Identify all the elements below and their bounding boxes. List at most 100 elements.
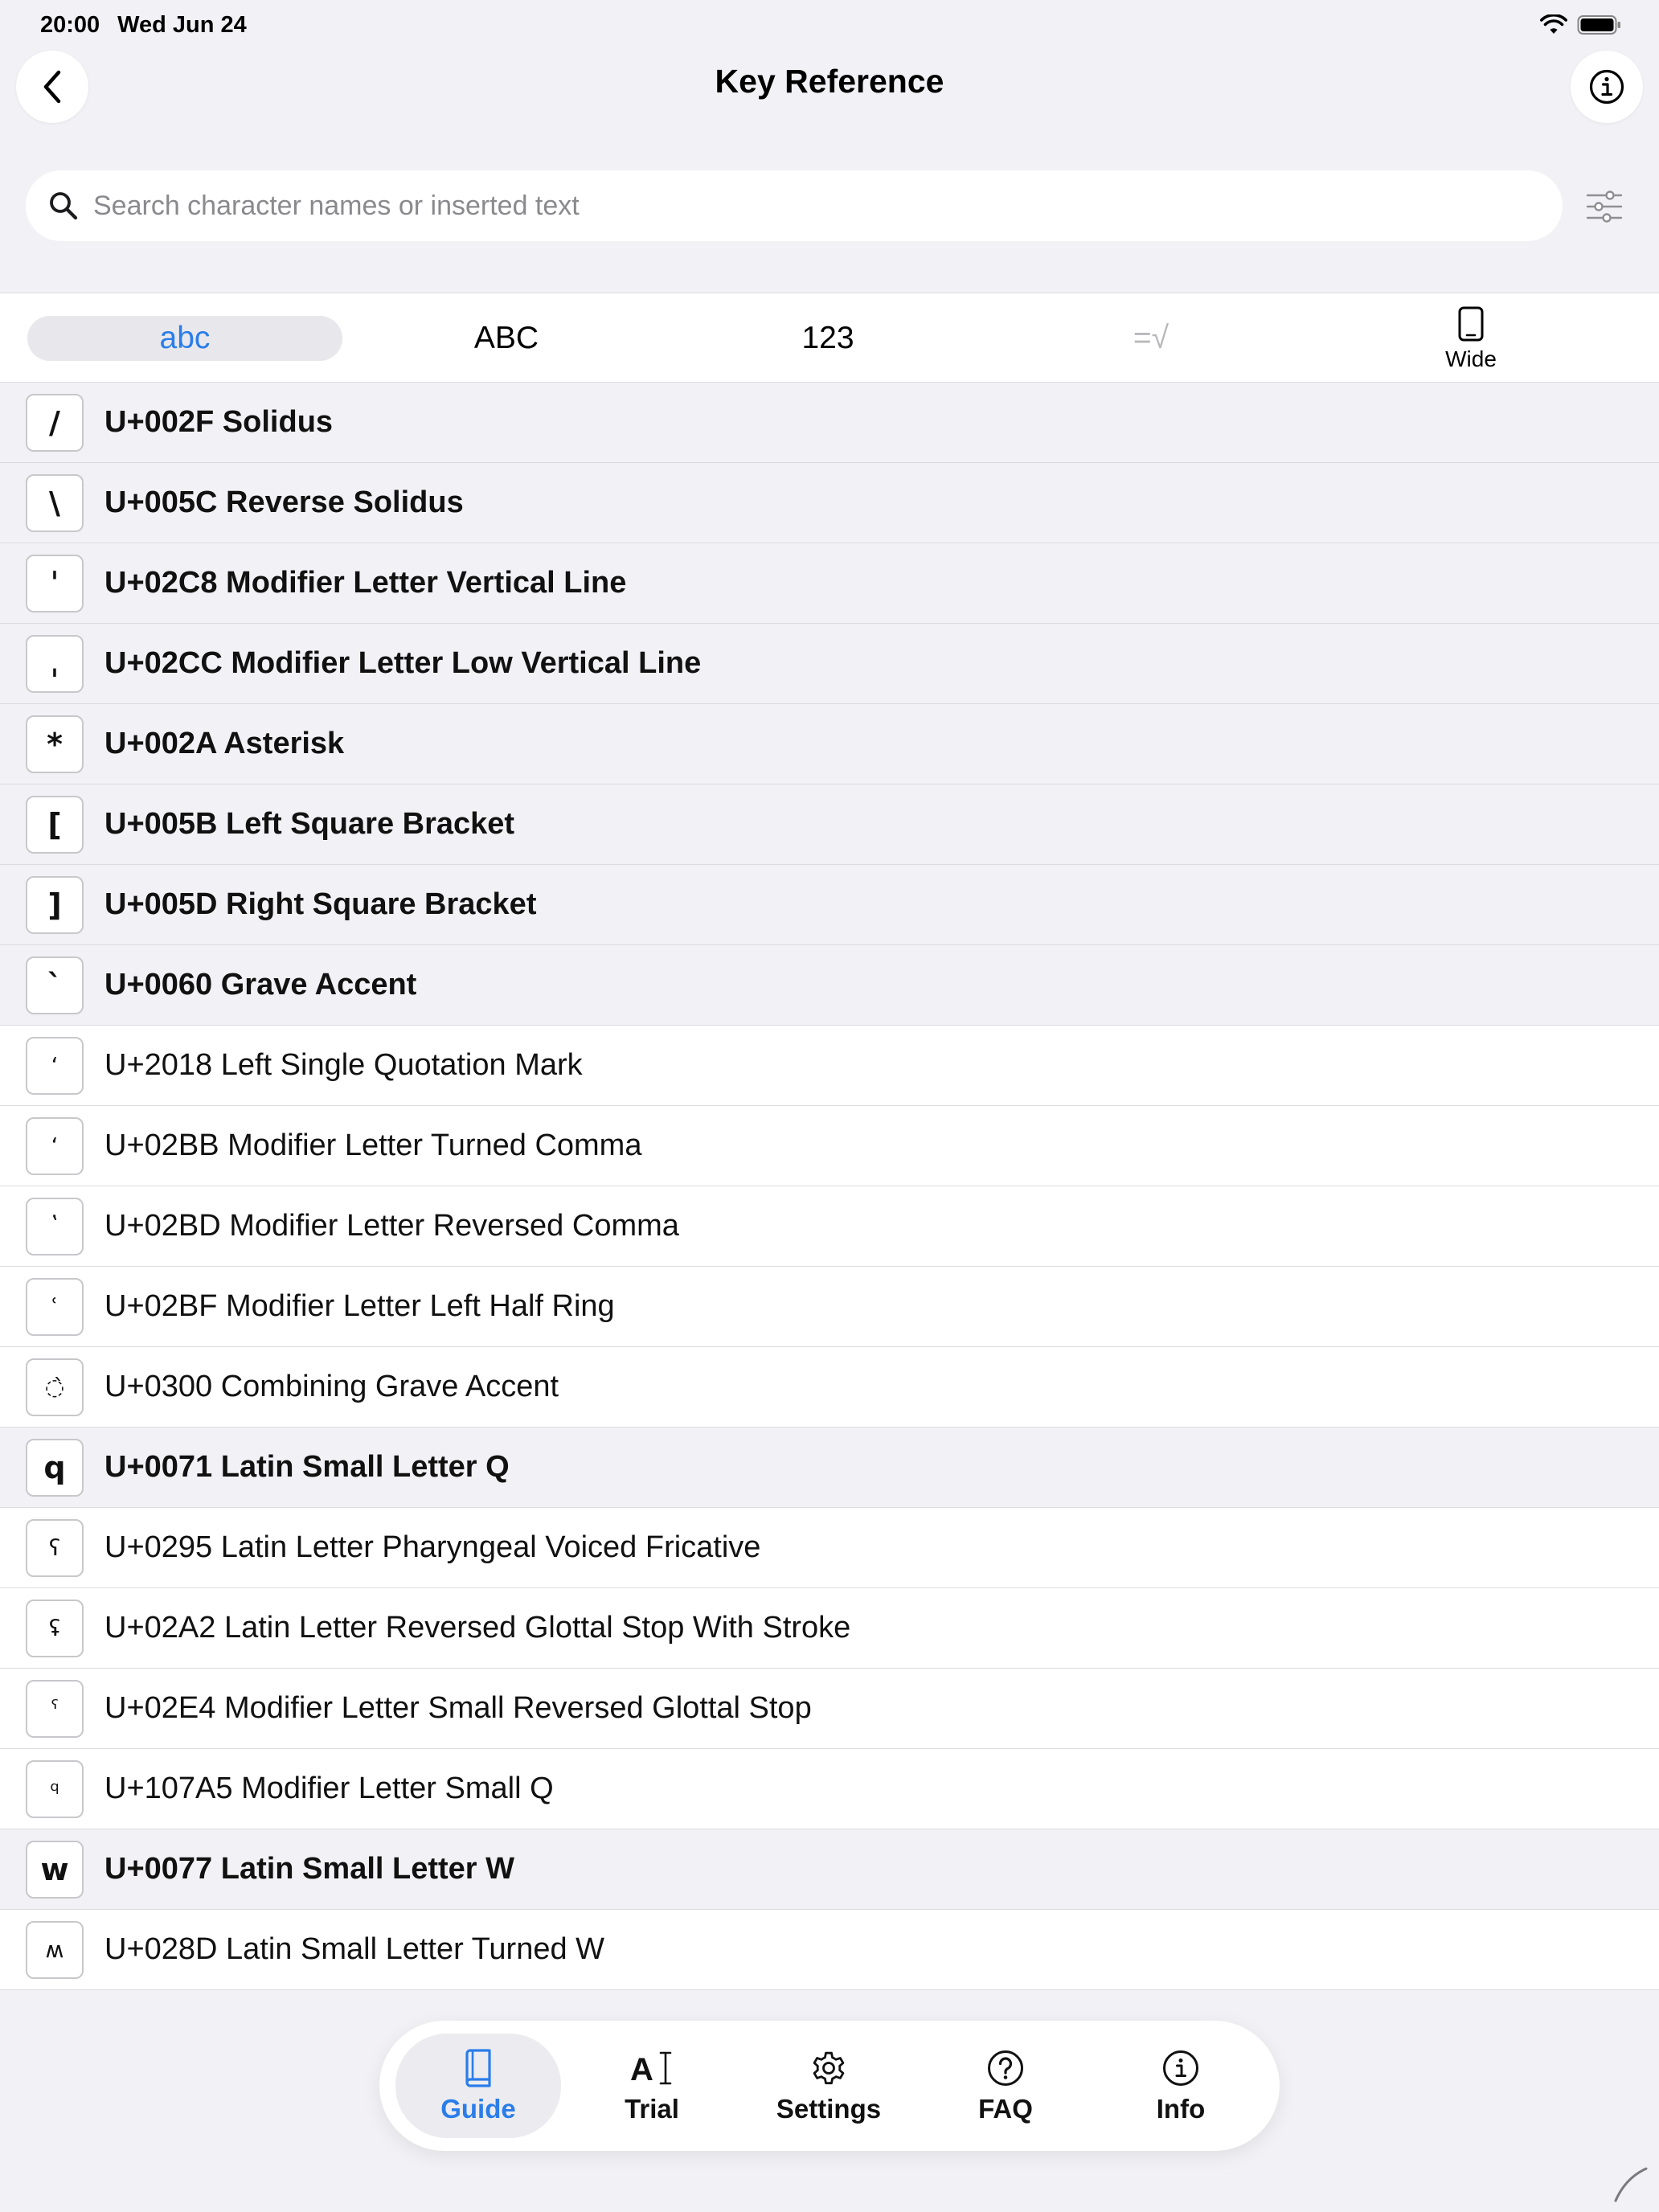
character-name: U+0060 Grave Accent — [104, 968, 417, 1002]
character-row[interactable]: ◌̀ U+0300 Combining Grave Accent — [0, 1347, 1659, 1428]
character-name: U+0295 Latin Letter Pharyngeal Voiced Fr… — [104, 1530, 761, 1564]
character-row[interactable]: \ U+005C Reverse Solidus — [0, 463, 1659, 543]
search-icon — [50, 192, 78, 220]
character-name: U+002A Asterisk — [104, 727, 345, 760]
key-glyph: 𐞥 — [26, 1759, 84, 1818]
key-glyph: ‘ — [26, 1036, 84, 1095]
character-name: U+005B Left Square Bracket — [104, 807, 515, 841]
character-row[interactable]: [ U+005B Left Square Bracket — [0, 784, 1659, 865]
character-name: U+0077 Latin Small Letter W — [104, 1852, 514, 1886]
segment-math[interactable]: =√ — [990, 316, 1312, 361]
tab-faq-label: FAQ — [978, 2094, 1033, 2124]
sliders-icon — [1586, 190, 1623, 223]
character-name: U+005D Right Square Bracket — [104, 887, 537, 921]
key-glyph: ʻ — [26, 1116, 84, 1175]
wifi-icon — [1540, 14, 1567, 34]
character-row[interactable]: / U+002F Solidus — [0, 383, 1659, 463]
status-date: Wed Jun 24 — [117, 11, 247, 38]
segment-wide[interactable]: Wide — [1431, 306, 1511, 374]
character-name: U+02C8 Modifier Letter Vertical Line — [104, 566, 627, 600]
character-name: U+107A5 Modifier Letter Small Q — [104, 1772, 554, 1805]
character-name: U+02BD Modifier Letter Reversed Comma — [104, 1209, 679, 1243]
key-glyph: w — [26, 1840, 84, 1899]
gear-icon — [813, 2051, 845, 2085]
key-glyph: ˈ — [26, 554, 84, 612]
character-name: U+02CC Modifier Letter Low Vertical Line — [104, 646, 702, 680]
character-row[interactable]: ˤ U+02E4 Modifier Letter Small Reversed G… — [0, 1669, 1659, 1749]
character-name: U+028D Latin Small Letter Turned W — [104, 1932, 605, 1966]
character-row[interactable]: ] U+005D Right Square Bracket — [0, 865, 1659, 945]
character-row[interactable]: 𐞥 U+107A5 Modifier Letter Small Q — [0, 1749, 1659, 1829]
tab-trial[interactable]: A Trial — [569, 2034, 735, 2138]
key-glyph: ʕ — [26, 1518, 84, 1577]
character-name: U+02BB Modifier Letter Turned Comma — [104, 1129, 642, 1162]
character-name: U+2018 Left Single Quotation Mark — [104, 1048, 583, 1082]
tab-faq[interactable]: FAQ — [923, 2034, 1088, 2138]
character-row[interactable]: ˌ U+02CC Modifier Letter Low Vertical Lin… — [0, 624, 1659, 704]
status-icons — [1540, 14, 1622, 35]
segment-abc[interactable]: abc — [27, 316, 342, 361]
key-glyph: ◌̀ — [26, 1358, 84, 1416]
key-glyph: \ — [26, 473, 84, 532]
character-row[interactable]: ˈ U+02C8 Modifier Letter Vertical Line — [0, 543, 1659, 624]
key-glyph: q — [26, 1438, 84, 1497]
info-circle-icon — [1589, 69, 1624, 104]
segment-ABC[interactable]: ABC — [346, 316, 667, 361]
tablet-icon — [1458, 306, 1484, 342]
segment-wide-label: Wide — [1445, 346, 1497, 371]
text-cursor-icon: A — [630, 2051, 672, 2087]
tab-bar: Guide A Trial Settings FAQ Info — [379, 2021, 1280, 2151]
key-glyph: ʢ — [26, 1599, 84, 1657]
tab-trial-label: Trial — [625, 2094, 679, 2124]
question-circle-icon — [988, 2050, 1023, 2086]
key-glyph: ʿ — [26, 1277, 84, 1336]
character-row[interactable]: ʢ U+02A2 Latin Letter Reversed Glottal St… — [0, 1588, 1659, 1669]
page-title: Key Reference — [715, 63, 944, 100]
key-glyph: ʍ — [26, 1920, 84, 1979]
character-name: U+0300 Combining Grave Accent — [104, 1370, 559, 1403]
character-name: U+02BF Modifier Letter Left Half Ring — [104, 1289, 615, 1323]
character-name: U+005C Reverse Solidus — [104, 485, 464, 519]
search-input[interactable] — [93, 190, 1563, 222]
character-row[interactable]: w U+0077 Latin Small Letter W — [0, 1829, 1659, 1910]
character-name: U+02E4 Modifier Letter Small Reversed Gl… — [104, 1691, 812, 1725]
character-row[interactable]: ʕ U+0295 Latin Letter Pharyngeal Voiced F… — [0, 1508, 1659, 1588]
character-name: U+0071 Latin Small Letter Q — [104, 1450, 510, 1484]
search-field[interactable] — [26, 170, 1563, 241]
key-glyph: ˤ — [26, 1679, 84, 1738]
segment-123[interactable]: 123 — [667, 316, 989, 361]
tab-settings-label: Settings — [776, 2094, 882, 2124]
pencil-corner-icon — [1614, 2167, 1648, 2202]
character-name: U+002F Solidus — [104, 405, 334, 439]
key-glyph: [ — [26, 795, 84, 854]
tab-guide-label: Guide — [440, 2094, 516, 2124]
key-glyph: ` — [26, 956, 84, 1014]
svg-text:A: A — [630, 2052, 653, 2087]
character-row[interactable]: ‘ U+2018 Left Single Quotation Mark — [0, 1026, 1659, 1106]
info-button[interactable] — [1571, 51, 1643, 123]
character-row[interactable]: ʿ U+02BF Modifier Letter Left Half Ring — [0, 1267, 1659, 1347]
status-time: 20:00 — [40, 11, 100, 38]
tab-settings[interactable]: Settings — [746, 2034, 911, 2138]
character-name: U+02A2 Latin Letter Reversed Glottal Sto… — [104, 1611, 851, 1645]
info-circle-icon — [1163, 2050, 1198, 2086]
keyboard-layout-segments: abc ABC 123 =√ Wide — [0, 293, 1659, 383]
key-glyph: ] — [26, 875, 84, 934]
character-row[interactable]: ʍ U+028D Latin Small Letter Turned W — [0, 1910, 1659, 1990]
status-bar: 20:00 Wed Jun 24 — [0, 0, 1659, 50]
character-row[interactable]: ` U+0060 Grave Accent — [0, 945, 1659, 1026]
tab-info-label: Info — [1156, 2094, 1206, 2124]
filter-button[interactable] — [1582, 185, 1627, 228]
character-list: / U+002F Solidus \ U+005C Reverse Solidus ˈ U… — [0, 383, 1659, 1990]
battery-icon — [1577, 15, 1620, 35]
character-row[interactable]: q U+0071 Latin Small Letter Q — [0, 1428, 1659, 1508]
key-glyph: * — [26, 715, 84, 773]
character-row[interactable]: ʻ U+02BB Modifier Letter Turned Comma — [0, 1106, 1659, 1186]
tab-info[interactable]: Info — [1098, 2034, 1264, 2138]
book-icon — [465, 2049, 491, 2087]
character-row[interactable]: ʽ U+02BD Modifier Letter Reversed Comma — [0, 1186, 1659, 1267]
key-glyph: / — [26, 393, 84, 452]
tab-guide[interactable]: Guide — [395, 2034, 561, 2138]
character-row[interactable]: * U+002A Asterisk — [0, 704, 1659, 784]
key-glyph: ˌ — [26, 634, 84, 693]
